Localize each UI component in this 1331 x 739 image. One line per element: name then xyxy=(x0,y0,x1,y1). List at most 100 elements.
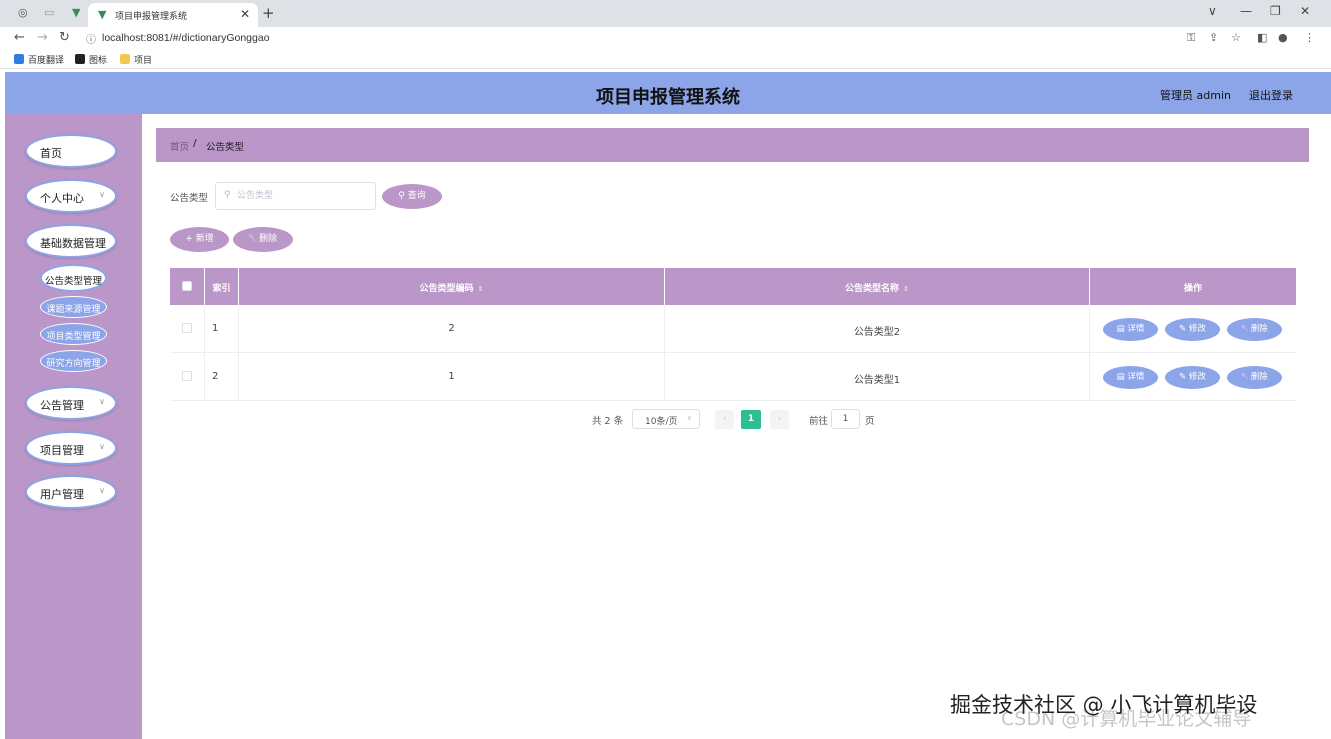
sidebar-subitem-notice-type[interactable]: 公告类型管理 xyxy=(40,264,107,292)
goto-page-input[interactable] xyxy=(831,409,860,429)
url-field[interactable]: ⓘ localhost:8081/#/dictionaryGonggao xyxy=(80,30,1170,47)
app-title: 项目申报管理系统 xyxy=(596,87,740,108)
ops-cell: ▤ 详情 ✎ 修改 ␡ 删除 xyxy=(1090,305,1296,352)
batch-delete-button[interactable]: ␡ 删除 xyxy=(233,227,293,252)
edit-label: 修改 xyxy=(1188,372,1206,382)
image-icon xyxy=(75,54,85,64)
bookmark-folder[interactable]: 项目 xyxy=(120,53,152,66)
page-number-current[interactable]: 1 xyxy=(741,410,761,429)
sidebar-subitem-project-type[interactable]: 项目类型管理 xyxy=(40,323,107,345)
document-icon: ▤ xyxy=(1116,372,1125,382)
row-checkbox[interactable] xyxy=(182,371,192,381)
edit-button[interactable]: ✎ 修改 xyxy=(1164,317,1221,342)
document-icon: ▤ xyxy=(1116,324,1125,334)
query-button[interactable]: ⚲ 查询 xyxy=(382,184,442,209)
translate-icon xyxy=(14,54,24,64)
prev-page-button[interactable]: ‹ xyxy=(715,410,734,429)
header-text: 公告类型名称 xyxy=(845,284,900,294)
bookmarks-bar: 百度翻译 图标 项目 xyxy=(0,49,1331,69)
detail-button[interactable]: ▤ 详情 xyxy=(1102,365,1159,390)
breadcrumb-home[interactable]: 首页 xyxy=(170,139,189,153)
next-page-button[interactable]: › xyxy=(770,410,789,429)
detail-button[interactable]: ▤ 详情 xyxy=(1102,317,1159,342)
sidebar-subitem-label: 研究方向管理 xyxy=(46,359,101,369)
sort-icon[interactable]: ⇕ xyxy=(478,285,484,293)
search-field[interactable]: ⚲ xyxy=(215,182,376,210)
forward-icon[interactable]: → xyxy=(37,30,48,45)
chevron-down-icon[interactable]: ∨ xyxy=(1208,4,1217,18)
close-window-icon[interactable]: ✕ xyxy=(1300,4,1310,18)
tab-title: 项目申报管理系统 xyxy=(115,12,188,22)
add-button[interactable]: + 新增 xyxy=(170,227,229,252)
header-code[interactable]: 公告类型编码 ⇕ xyxy=(239,268,665,305)
page-size-select[interactable]: 10条/页 ∨ xyxy=(632,409,700,429)
edit-label: 修改 xyxy=(1188,324,1206,334)
chevron-down-icon: ∨ xyxy=(99,442,105,451)
chevron-down-icon: ∨ xyxy=(686,414,692,422)
pagination-total: 共 2 条 xyxy=(592,416,624,427)
goto-unit: 页 xyxy=(865,416,875,427)
edit-button[interactable]: ✎ 修改 xyxy=(1164,365,1221,390)
new-tab-icon[interactable]: + xyxy=(262,4,275,22)
sidebar-item-label: 公告管理 xyxy=(40,399,84,412)
delete-button[interactable]: ␡ 删除 xyxy=(1226,365,1283,390)
search-label: 公告类型 xyxy=(170,193,209,204)
breadcrumb-separator: / xyxy=(193,138,197,149)
header-name[interactable]: 公告类型名称 ⇕ xyxy=(665,268,1090,305)
site-info-icon[interactable]: ⓘ xyxy=(86,31,96,46)
query-button-label: 查询 xyxy=(407,191,426,201)
bookmark-label: 项目 xyxy=(134,56,153,66)
trash-icon: ␡ xyxy=(1241,372,1249,382)
star-icon[interactable]: ☆ xyxy=(1231,31,1241,44)
side-panel-icon[interactable]: ◧ xyxy=(1257,31,1267,44)
header-label: 索引 xyxy=(212,284,231,294)
cell-text: 1 xyxy=(448,371,455,382)
reload-icon[interactable]: ↻ xyxy=(59,30,70,45)
sidebar-item-project[interactable]: 项目管理 ∨ xyxy=(25,431,117,465)
search-input[interactable] xyxy=(237,188,367,204)
menu-dots-icon[interactable]: ⋮ xyxy=(1304,31,1315,44)
sidebar-item-label: 个人中心 xyxy=(40,192,84,205)
breadcrumb: 首页 / 公告类型 xyxy=(156,128,1309,162)
sidebar-subitem-research-direction[interactable]: 研究方向管理 xyxy=(40,350,107,372)
header-label: 公告类型名称 ⇕ xyxy=(665,281,1089,294)
select-all-checkbox[interactable] xyxy=(182,281,192,291)
back-icon[interactable]: ← xyxy=(14,30,25,45)
code-cell: 1 xyxy=(239,353,665,400)
close-tab-icon[interactable]: ✕ xyxy=(240,7,250,21)
restore-icon[interactable]: ❐ xyxy=(1270,4,1281,18)
sidebar-item-home[interactable]: 首页 xyxy=(25,134,117,168)
bookmark-item[interactable]: 图标 xyxy=(75,53,107,66)
browser-tab[interactable]: ▼ 项目申报管理系统 ✕ xyxy=(88,3,258,27)
browser-tab-bar: ◎ ▭ ▼ ▼ 项目申报管理系统 ✕ + ∨ — ❐ ✕ xyxy=(0,0,1331,27)
sidebar-subitem-label: 课题来源管理 xyxy=(46,305,101,315)
share-icon[interactable]: ⇪ xyxy=(1209,31,1218,44)
bookmark-item[interactable]: 百度翻译 xyxy=(14,53,64,66)
sidebar-item-basic-data[interactable]: 基础数据管理 xyxy=(25,224,117,258)
sidebar-item-profile[interactable]: 个人中心 ∨ xyxy=(25,179,117,213)
sort-icon[interactable]: ⇕ xyxy=(903,285,909,293)
minimize-icon[interactable]: — xyxy=(1240,4,1252,18)
sidebar-item-user[interactable]: 用户管理 ∨ xyxy=(25,475,117,509)
trash-icon: ␡ xyxy=(248,234,257,244)
key-icon[interactable]: ⚿ xyxy=(1187,31,1195,45)
bookmark-label: 图标 xyxy=(89,56,108,66)
sidebar-subitem-label: 项目类型管理 xyxy=(46,332,101,342)
select-cell xyxy=(170,305,205,352)
sidebar-subitem-topic-source[interactable]: 课题来源管理 xyxy=(40,296,107,318)
index-cell: 1 xyxy=(205,305,239,352)
delete-label: 删除 xyxy=(1250,324,1268,334)
row-checkbox[interactable] xyxy=(182,323,192,333)
edit-icon: ✎ xyxy=(1179,372,1187,382)
pinned-tab-icon[interactable]: ▼ xyxy=(72,6,80,19)
tab-group-icon[interactable]: ▭ xyxy=(44,6,54,19)
watermark-juejin: 掘金技术社区 @ 小飞计算机毕设 xyxy=(950,693,1258,717)
logout-link[interactable]: 退出登录 xyxy=(1249,87,1293,103)
delete-button[interactable]: ␡ 删除 xyxy=(1226,317,1283,342)
chrome-icon[interactable]: ◎ xyxy=(18,6,28,19)
profile-icon[interactable]: ● xyxy=(1278,31,1288,44)
delete-button-label: 删除 xyxy=(259,234,278,244)
search-icon: ⚲ xyxy=(398,191,405,201)
sidebar-item-notice[interactable]: 公告管理 ∨ xyxy=(25,386,117,420)
delete-label: 删除 xyxy=(1250,372,1268,382)
